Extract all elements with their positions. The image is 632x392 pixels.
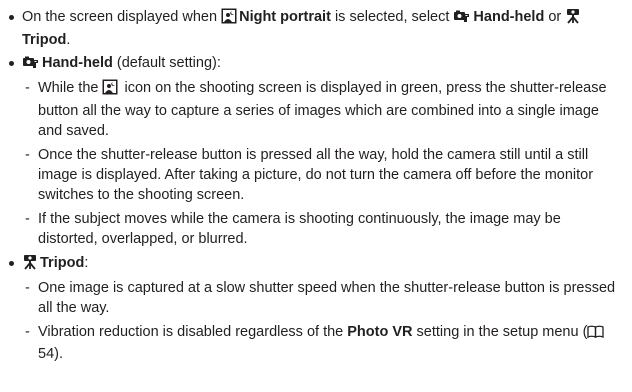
night-portrait-icon	[221, 8, 237, 30]
page-reference-icon	[587, 324, 605, 344]
instruction-list: On the screen displayed when Night portr…	[6, 7, 624, 364]
page-reference-number[interactable]: 54	[38, 346, 54, 362]
night-portrait-icon	[102, 79, 118, 101]
list-item-select-mode: On the screen displayed when Night portr…	[6, 7, 624, 50]
hand-held-icon	[453, 8, 471, 30]
sub-item: Once the shutter-release button is press…	[22, 145, 624, 205]
hand-held-icon	[22, 54, 40, 76]
hand-held-sublist: While the icon on the shooting screen is…	[22, 78, 624, 249]
tripod-icon	[565, 8, 581, 30]
list-item-tripod: Tripod: One image is captured at a slow …	[6, 253, 624, 364]
sub-item: Vibration reduction is disabled regardle…	[22, 322, 624, 364]
list-item-hand-held: Hand-held (default setting): While the i…	[6, 53, 624, 249]
sub-item: One image is captured at a slow shutter …	[22, 278, 624, 318]
tripod-icon	[22, 254, 38, 276]
tripod-heading: Tripod	[40, 255, 85, 271]
hand-held-heading: Hand-held	[42, 55, 113, 71]
sub-item: While the icon on the shooting screen is…	[22, 78, 624, 141]
sub-item: If the subject moves while the camera is…	[22, 209, 624, 249]
tripod-sublist: One image is captured at a slow shutter …	[22, 278, 624, 364]
